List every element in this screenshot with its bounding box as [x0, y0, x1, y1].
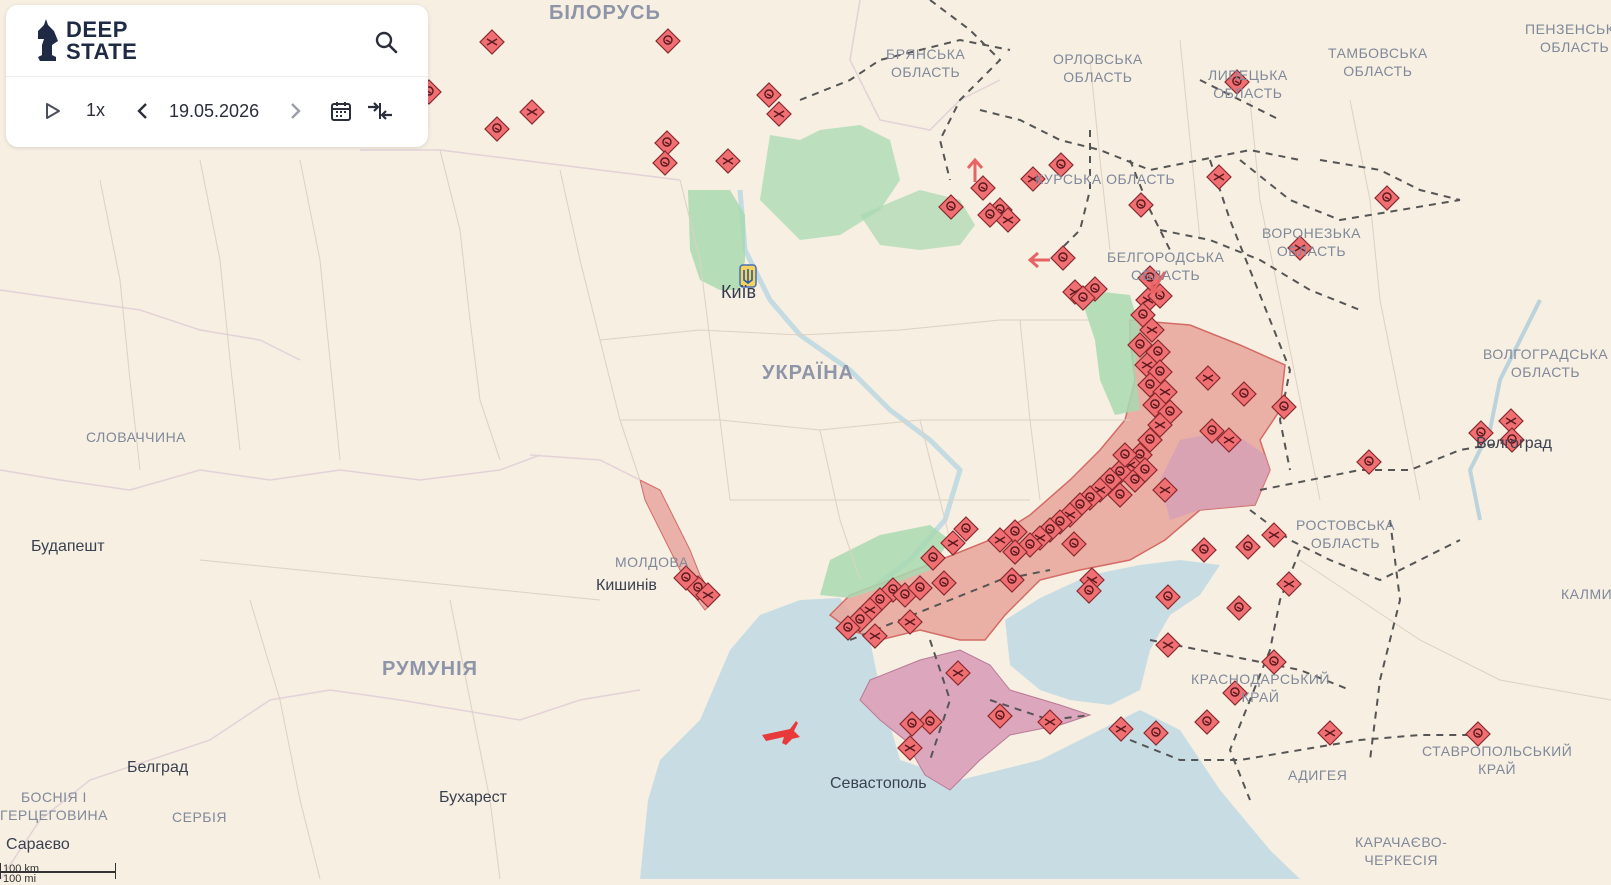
- deepstate-logo[interactable]: DEEP STATE: [34, 19, 137, 63]
- label-krasnodar: КРАСНОДАРСЬКИЙ КРАЙ: [1191, 671, 1330, 705]
- search-icon: [375, 31, 398, 54]
- label-rostov: РОСТОВСЬКА ОБЛАСТЬ: [1296, 517, 1396, 551]
- label-sarajevo: Сараєво: [6, 836, 70, 853]
- label-bryansk: БРЯНСЬКА ОБЛАСТЬ: [886, 46, 966, 80]
- label-belarus: БІЛОРУСЬ: [549, 2, 661, 24]
- chevron-left-icon: [137, 103, 147, 119]
- label-bosnia: БОСНІЯ І ГЕРЦЕГОВИНА: [0, 789, 108, 823]
- map-scale: 100 km 100 mi: [0, 863, 116, 885]
- label-voronezh: ВОРОНЕЗЬКА ОБЛАСТЬ: [1262, 225, 1361, 259]
- search-button[interactable]: [371, 27, 401, 57]
- label-belgorod: БЕЛГОРОДСЬКА ОБЛАСТЬ: [1107, 249, 1225, 283]
- label-chisinau: Кишинів: [596, 577, 657, 594]
- label-volgograd: Волгоград: [1476, 435, 1552, 452]
- logo-line-1: DEEP: [66, 17, 128, 42]
- logo-line-2: STATE: [66, 39, 138, 64]
- playback-speed[interactable]: 1x: [86, 100, 105, 121]
- compare-button[interactable]: [365, 97, 395, 125]
- label-stavropol: СТАВРОПОЛЬСЬКИЙ КРАЙ: [1422, 743, 1573, 777]
- label-kalmykia: КАЛМИ: [1561, 586, 1611, 602]
- panel-header: DEEP STATE: [6, 5, 428, 77]
- calendar-icon: [331, 102, 351, 121]
- label-volgograd-oblast: ВОЛГОГРАДСЬКА ОБЛАСТЬ: [1483, 346, 1609, 380]
- scale-km: 100 km: [0, 863, 116, 875]
- label-romania: РУМУНІЯ: [382, 658, 478, 680]
- next-day-button[interactable]: [284, 99, 308, 123]
- label-orel: ОРЛОВСЬКА ОБЛАСТЬ: [1053, 51, 1143, 85]
- current-date[interactable]: 19.05.2026: [169, 101, 259, 122]
- chevron-right-icon: [291, 103, 301, 119]
- label-kyiv: Київ: [721, 282, 757, 302]
- timeline-controls: 1x 19.05.2026: [6, 77, 428, 147]
- play-button[interactable]: [41, 99, 65, 123]
- label-adygea: АДИГЕЯ: [1288, 767, 1348, 783]
- label-sevastopol: Севастополь: [830, 775, 927, 792]
- label-serbia: СЕРБІЯ: [172, 809, 227, 825]
- collapse-icon: [368, 102, 392, 120]
- play-icon: [46, 103, 60, 119]
- label-slovakia: СЛОВАЧЧИНА: [86, 429, 187, 445]
- scale-mi: 100 mi: [0, 872, 116, 885]
- previous-day-button[interactable]: [130, 99, 154, 123]
- calendar-button[interactable]: [327, 97, 355, 125]
- label-kursk: КУРСЬКА ОБЛАСТЬ: [1035, 171, 1176, 187]
- label-moldova: МОЛДОВА: [615, 554, 689, 570]
- label-penza: ПЕНЗЕНСЬКАОБЛАСТЬ: [1525, 21, 1611, 55]
- label-lipetsk: ЛИПЕЦЬКА ОБЛАСТЬ: [1208, 67, 1288, 101]
- deepstate-knight-icon: [38, 19, 58, 61]
- label-belgrade: Белград: [127, 759, 189, 776]
- label-ukraine: УКРАЇНА: [762, 362, 855, 384]
- label-bucharest: Бухарест: [439, 789, 507, 806]
- label-budapest: Будапешт: [31, 538, 105, 555]
- label-tambov: ТАМБОВСЬКА ОБЛАСТЬ: [1328, 45, 1428, 79]
- label-karachay: КАРАЧАЄВО- ЧЕРКЕСІЯ: [1355, 834, 1448, 868]
- control-panel: DEEP STATE 1x 19.05.2026: [6, 5, 428, 147]
